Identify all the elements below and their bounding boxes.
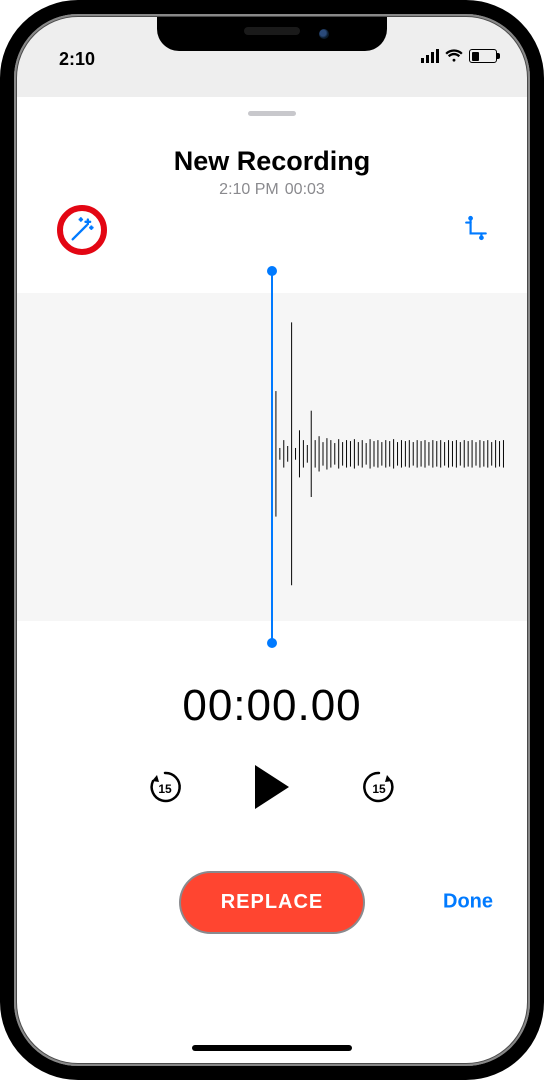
recording-subline: 2:10 PM 00:03 xyxy=(37,181,507,199)
playhead[interactable] xyxy=(271,271,273,643)
status-icons xyxy=(421,49,497,63)
wifi-icon xyxy=(445,49,463,63)
enhance-button[interactable] xyxy=(65,213,99,247)
done-button[interactable]: Done xyxy=(443,891,493,914)
home-indicator[interactable] xyxy=(192,1045,352,1051)
trim-button[interactable] xyxy=(461,213,491,243)
trim-icon xyxy=(463,215,489,241)
battery-icon xyxy=(469,49,497,63)
replace-button[interactable]: REPLACE xyxy=(181,873,364,932)
recording-duration: 00:03 xyxy=(285,181,325,198)
cellular-icon xyxy=(421,49,439,63)
waveform-area[interactable] xyxy=(17,267,527,647)
status-time: 2:10 xyxy=(59,49,95,70)
skip-forward-label: 15 xyxy=(359,770,399,807)
magic-wand-icon xyxy=(68,216,96,244)
recording-time: 2:10 PM xyxy=(219,181,279,198)
transport-controls: 15 15 xyxy=(17,765,527,809)
skip-forward-button[interactable]: 15 xyxy=(359,767,399,807)
timecode: 00:00.00 xyxy=(17,681,527,731)
skip-back-button[interactable]: 15 xyxy=(145,767,185,807)
recording-title[interactable]: New Recording xyxy=(37,146,507,177)
play-button[interactable] xyxy=(255,765,289,809)
waveform-icon xyxy=(272,293,527,615)
skip-back-label: 15 xyxy=(145,770,185,807)
recording-header: New Recording 2:10 PM 00:03 xyxy=(17,116,527,205)
